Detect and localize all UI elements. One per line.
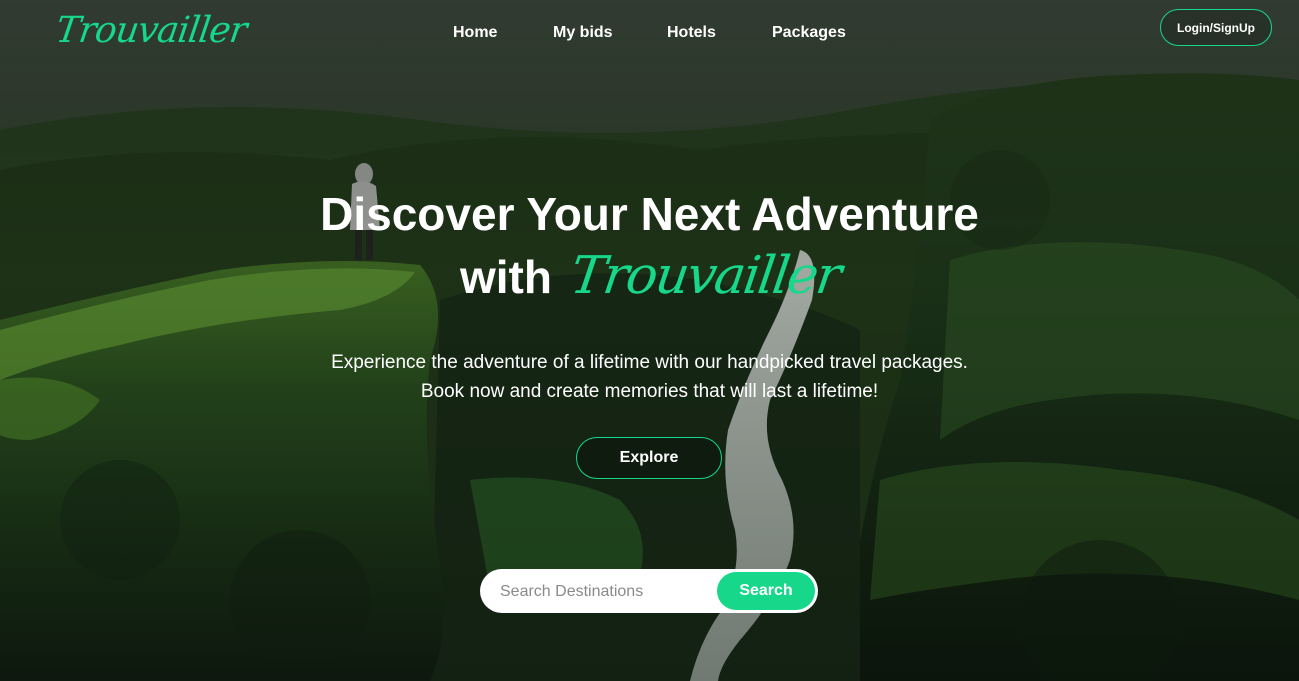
hero-headline: Discover Your Next Adventure with Trouva… [0, 183, 1299, 308]
headline-line-2: with Trouvailler [0, 245, 1299, 308]
subtext-line-1: Experience the adventure of a lifetime w… [331, 352, 968, 373]
hero-subtext: Experience the adventure of a lifetime w… [0, 348, 1299, 406]
nav-link-home[interactable]: Home [453, 22, 497, 44]
explore-button[interactable]: Explore [576, 437, 722, 479]
nav-link-packages[interactable]: Packages [772, 22, 862, 44]
login-signup-button[interactable]: Login/SignUp [1160, 9, 1272, 46]
nav-link-my-bids[interactable]: My bids [553, 22, 633, 44]
headline-with: with [459, 251, 552, 303]
nav-link-hotels[interactable]: Hotels [667, 22, 716, 44]
subtext-line-2: Book now and create memories that will l… [420, 381, 879, 402]
headline-line-1: Discover Your Next Adventure [320, 188, 979, 240]
search-destinations-input[interactable] [498, 569, 712, 615]
hero-section: Trouvailler Home My bids Hotels Packages… [0, 0, 1299, 681]
headline-brand: Trouvailler [566, 246, 844, 306]
search-button[interactable]: Search [717, 572, 815, 610]
top-navbar: Trouvailler Home My bids Hotels Packages… [0, 0, 1299, 68]
search-bar: Search [480, 569, 818, 615]
brand-logo[interactable]: Trouvailler [52, 6, 249, 56]
